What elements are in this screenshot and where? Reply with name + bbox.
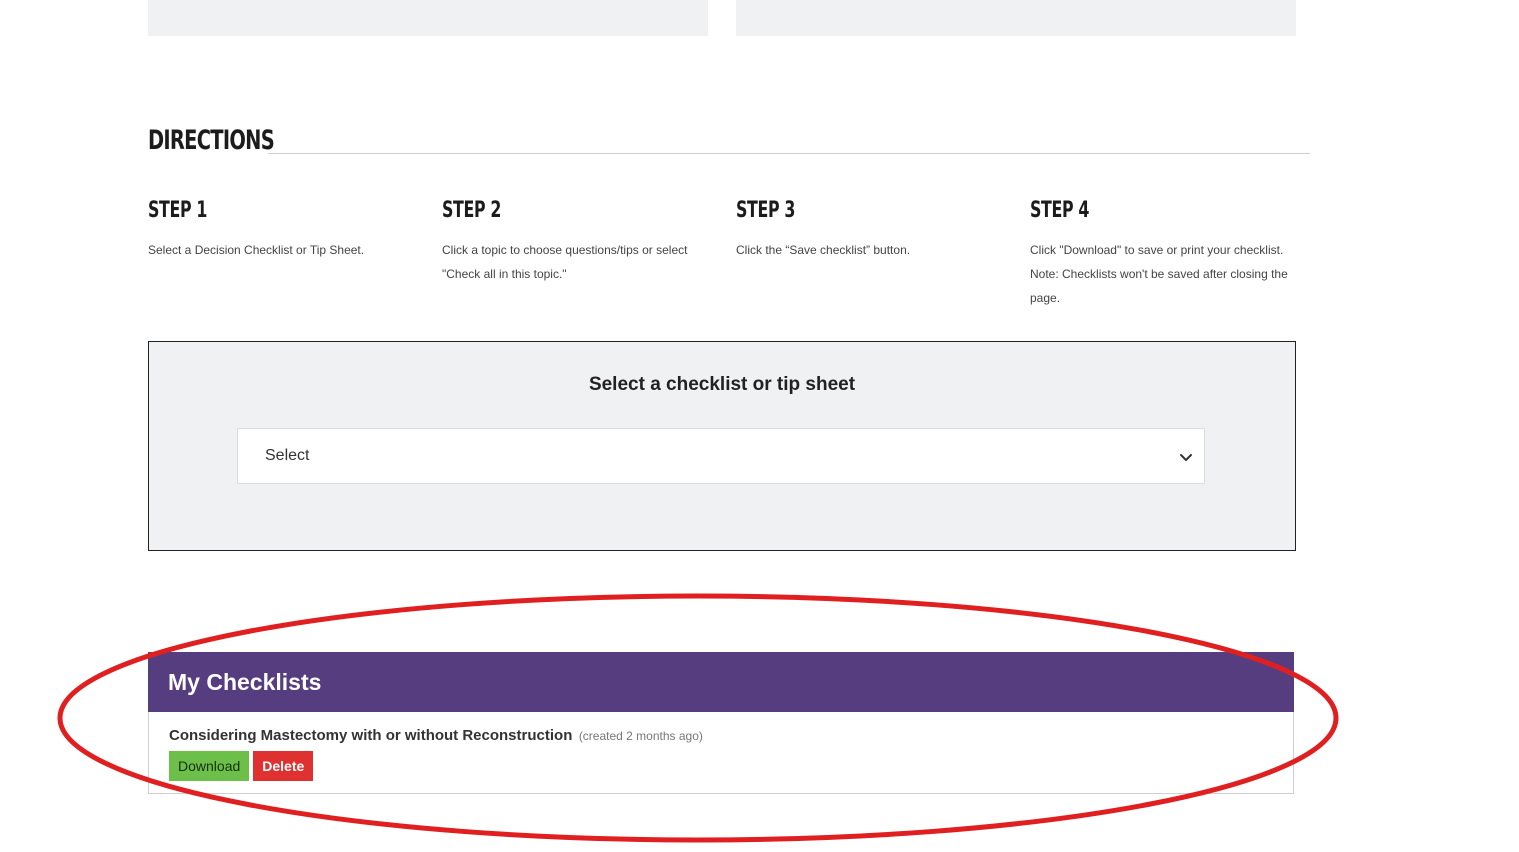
step-title: STEP 1: [148, 198, 208, 223]
checklist-item: Considering Mastectomy with or without R…: [149, 712, 1293, 781]
step-1: STEP 1 Select a Decision Checklist or Ti…: [148, 198, 418, 262]
my-checklists-panel: My Checklists Considering Mastectomy wit…: [148, 652, 1294, 794]
checklist-item-actions: Download Delete: [169, 751, 1273, 781]
checklist-select-dropdown[interactable]: Select: [237, 428, 1205, 484]
step-4: STEP 4 Click "Download" to save or print…: [1030, 198, 1300, 310]
page: DIRECTIONS STEP 1 Select a Decision Chec…: [0, 0, 1519, 852]
selector-title: Select a checklist or tip sheet: [588, 374, 856, 395]
checklist-selector-panel: Select a checklist or tip sheet Select: [148, 341, 1296, 551]
delete-button[interactable]: Delete: [253, 751, 314, 781]
directions-title: DIRECTIONS: [148, 125, 275, 156]
directions-divider: [268, 153, 1310, 154]
select-value: Select: [265, 447, 310, 464]
step-text: Click "Download" to save or print your c…: [1030, 243, 1288, 305]
step-text: Click a topic to choose questions/tips o…: [442, 243, 688, 281]
my-checklists-title: My Checklists: [148, 652, 1294, 712]
step-3: STEP 3 Click the “Save checklist” button…: [736, 198, 1006, 262]
step-2: STEP 2 Click a topic to choose questions…: [442, 198, 712, 286]
chevron-down-icon: [1180, 454, 1192, 461]
checklist-item-name: Considering Mastectomy with or without R…: [169, 727, 573, 744]
step-title: STEP 4: [1030, 198, 1090, 223]
directions-heading: DIRECTIONS: [148, 126, 1310, 156]
step-text: Click the “Save checklist” button.: [736, 243, 911, 257]
download-button[interactable]: Download: [169, 751, 250, 781]
step-text: Select a Decision Checklist or Tip Sheet…: [148, 243, 365, 257]
top-card-right: [736, 0, 1296, 36]
checklist-item-created: (created 2 months ago): [578, 729, 703, 743]
top-card-left: [148, 0, 708, 36]
step-title: STEP 2: [442, 198, 502, 223]
step-title: STEP 3: [736, 198, 796, 223]
